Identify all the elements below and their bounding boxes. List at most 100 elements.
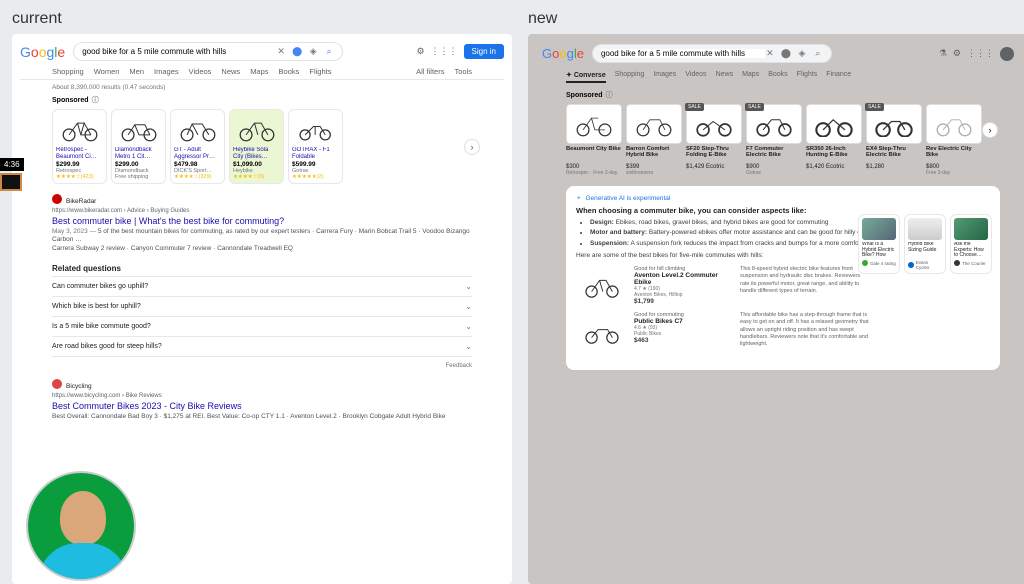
- bike-icon: SALE: [746, 104, 802, 144]
- organic-result: Bicycling https://www.bicycling.com › Bi…: [20, 371, 504, 425]
- result-stats: About 8,390,000 results (0.47 seconds): [20, 80, 504, 93]
- product-card[interactable]: GOTRAX - F1 Foldable$599.99Gotrax★★★★★(2…: [288, 109, 343, 184]
- search-bar[interactable]: ✕ ⬤ ◈ ⌕: [73, 42, 343, 61]
- tab-flights[interactable]: Flights: [797, 71, 818, 83]
- tab-books[interactable]: Books: [768, 71, 787, 83]
- search-tabs: ✦ Converse Shopping Images Videos News M…: [536, 67, 1020, 86]
- related-question[interactable]: Can commuter bikes go uphill?⌄: [52, 276, 472, 296]
- tab-images[interactable]: Images: [653, 71, 676, 83]
- bike-icon: [174, 113, 221, 145]
- apps-icon[interactable]: ⋮⋮⋮: [967, 48, 994, 59]
- product-card[interactable]: Beaumont City Bike$300Retrospec · Free 2…: [566, 104, 622, 176]
- labs-icon[interactable]: ⚗: [939, 48, 947, 59]
- settings-icon[interactable]: ⚙: [416, 46, 424, 57]
- search-input[interactable]: [82, 47, 276, 56]
- tab-maps[interactable]: Maps: [250, 67, 268, 76]
- search-icon[interactable]: ⌕: [813, 48, 823, 59]
- product-card[interactable]: Rev Electric City Bike$800Free 3-day: [926, 104, 982, 176]
- related-question[interactable]: Which bike is best for uphill?⌄: [52, 296, 472, 316]
- settings-icon[interactable]: ⚙: [953, 48, 961, 59]
- new-panel: Google ✕ ⬤ ◈ ⌕ ⚗ ⚙ ⋮⋮⋮: [528, 34, 1024, 584]
- carousel-next-icon[interactable]: ›: [982, 122, 998, 138]
- shopping-carousel: Beaumont City Bike$300Retrospec · Free 2…: [536, 102, 1020, 178]
- tab-converse[interactable]: ✦ Converse: [566, 71, 606, 83]
- tab-books[interactable]: Books: [279, 67, 300, 76]
- bike-icon: [292, 113, 339, 145]
- source-card[interactable]: Hybrid Bike Sizing GuideEvans Cycles: [904, 214, 946, 274]
- tab-finance[interactable]: Finance: [826, 71, 851, 83]
- bike-icon: [115, 113, 162, 145]
- favicon-icon: [52, 194, 62, 204]
- bike-icon: [566, 104, 622, 144]
- carousel-next-icon[interactable]: ›: [464, 139, 480, 155]
- all-filters[interactable]: All filters: [416, 67, 444, 76]
- tab-news[interactable]: News: [716, 71, 734, 83]
- product-card[interactable]: Heybike Sola City (Bikes…$1,099.00Heybik…: [229, 109, 284, 184]
- label-current: current: [12, 6, 528, 32]
- related-question[interactable]: Are road bikes good for steep hills?⌄: [52, 336, 472, 357]
- google-logo[interactable]: Google: [542, 46, 584, 61]
- product-card[interactable]: SR350 26-Inch Hunting E-Bike$1,420 Ecotr…: [806, 104, 862, 176]
- related-question[interactable]: Is a 5 mile bike commute good?⌄: [52, 316, 472, 336]
- sign-in-button[interactable]: Sign in: [464, 44, 504, 59]
- product-card[interactable]: Retrospec - Beaumont Ci…$299.99Retrospec…: [52, 109, 107, 184]
- organic-result: BikeRadar https://www.bikeradar.com › Ad…: [20, 186, 504, 257]
- tab-men[interactable]: Men: [129, 67, 144, 76]
- tab-videos[interactable]: Videos: [189, 67, 212, 76]
- tools-link[interactable]: Tools: [454, 67, 472, 76]
- lens-icon[interactable]: ◈: [797, 48, 807, 59]
- source-card[interactable]: Ask the Experts: How to Choose…The Couri…: [950, 214, 992, 274]
- apps-icon[interactable]: ⋮⋮⋮: [431, 46, 458, 57]
- tab-shopping[interactable]: Shopping: [615, 71, 645, 83]
- header-right: Google ✕ ⬤ ◈ ⌕ ⚗ ⚙ ⋮⋮⋮: [536, 40, 1020, 67]
- related-heading: Related questions: [52, 261, 472, 276]
- bike-icon: [233, 113, 280, 145]
- result-title-link[interactable]: Best commuter bike | What's the best bik…: [52, 214, 472, 228]
- chevron-down-icon: ⌄: [465, 322, 472, 331]
- product-card[interactable]: GT - Adult Aggressor Pr…$479.98DICK'S Sp…: [170, 109, 225, 184]
- presenter-webcam: [26, 471, 136, 581]
- clear-icon[interactable]: ✕: [276, 46, 286, 57]
- ai-badge: ✦Generative AI is experimental: [576, 194, 990, 202]
- ai-snapshot: ✦Generative AI is experimental When choo…: [566, 186, 1000, 370]
- tab-shopping[interactable]: Shopping: [52, 67, 84, 76]
- tab-videos[interactable]: Videos: [685, 71, 706, 83]
- tab-maps[interactable]: Maps: [742, 71, 759, 83]
- source-card[interactable]: What Is a Hybrid Electric Bike? How to…G…: [858, 214, 900, 274]
- search-icon[interactable]: ⌕: [324, 46, 334, 57]
- product-card[interactable]: SALEEX4 Step-Thru Electric Bike$1,280: [866, 104, 922, 176]
- mic-icon[interactable]: ⬤: [781, 48, 791, 59]
- product-card[interactable]: SALESF20 Step-Thru Folding E-Bike$1,429 …: [686, 104, 742, 176]
- product-card[interactable]: SALEF7 Commuter Electric Bike$900Gotrax: [746, 104, 802, 176]
- sponsored-label: Sponsoredⓘ: [536, 86, 1020, 102]
- tab-news[interactable]: News: [221, 67, 240, 76]
- video-timer: 4:36: [0, 158, 24, 191]
- tab-images[interactable]: Images: [154, 67, 179, 76]
- bike-icon: [56, 113, 103, 145]
- ai-source-cards: What Is a Hybrid Electric Bike? How to…G…: [858, 214, 992, 274]
- product-card[interactable]: Barron Comfort Hybrid Bike$399sixthreeze…: [626, 104, 682, 176]
- search-bar[interactable]: ✕ ⬤ ◈ ⌕: [592, 44, 832, 63]
- avatar[interactable]: [1000, 47, 1014, 61]
- google-logo[interactable]: Google: [20, 44, 65, 60]
- bike-icon: SALE: [686, 104, 742, 144]
- tab-flights[interactable]: Flights: [309, 67, 331, 76]
- rec-item[interactable]: Good for commutingPublic Bikes C74.6 ★ (…: [576, 312, 990, 352]
- bike-icon: [576, 312, 628, 352]
- product-card[interactable]: Diamondback Metro 1 Cit…$299.00Diamondba…: [111, 109, 166, 184]
- chevron-down-icon: ⌄: [465, 282, 472, 291]
- shopping-carousel: Retrospec - Beaumont Ci…$299.99Retrospec…: [20, 107, 504, 186]
- clear-icon[interactable]: ✕: [765, 48, 775, 59]
- related-questions: Related questions Can commuter bikes go …: [20, 257, 504, 361]
- tab-women[interactable]: Women: [94, 67, 120, 76]
- sponsored-label: Sponsoredⓘ: [20, 93, 504, 107]
- result-title-link[interactable]: Best Commuter Bikes 2023 - City Bike Rev…: [52, 399, 472, 413]
- bike-icon: [626, 104, 682, 144]
- mic-icon[interactable]: ⬤: [292, 46, 302, 57]
- search-tabs: Shopping Women Men Images Videos News Ma…: [20, 63, 504, 80]
- search-input[interactable]: [601, 49, 765, 58]
- lens-icon[interactable]: ◈: [308, 46, 318, 57]
- label-new: new: [528, 6, 1024, 32]
- feedback-link[interactable]: Feedback: [20, 361, 504, 371]
- chevron-down-icon: ⌄: [465, 302, 472, 311]
